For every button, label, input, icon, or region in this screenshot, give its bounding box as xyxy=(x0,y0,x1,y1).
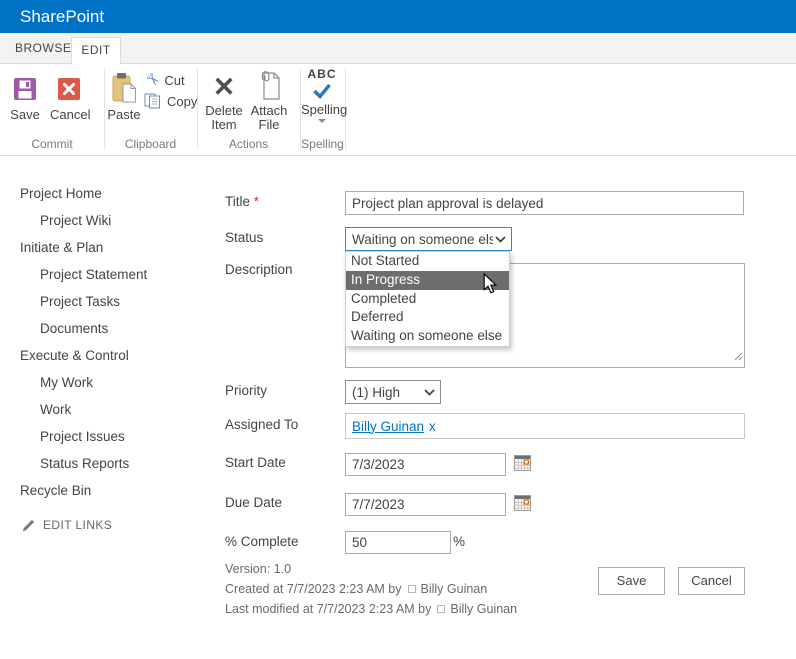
sidebar-item-project-statement[interactable]: Project Statement xyxy=(0,261,215,288)
status-option-waiting[interactable]: Waiting on someone else xyxy=(346,327,509,346)
group-label-commit: Commit xyxy=(0,137,104,151)
chevron-down-icon xyxy=(422,389,440,396)
due-date-input[interactable] xyxy=(345,493,506,516)
sidebar-item-execute-control[interactable]: Execute & Control xyxy=(0,342,215,369)
percent-complete-input[interactable] xyxy=(345,531,451,554)
copy-icon xyxy=(144,93,162,109)
group-label-actions: Actions xyxy=(197,137,300,151)
save-button[interactable]: Save xyxy=(6,71,44,121)
modified-text: Last modified at 7/7/2023 2:23 AM byBill… xyxy=(225,602,517,617)
ribbon-tab-strip: BROWSE EDIT xyxy=(0,33,796,64)
resize-handle-icon[interactable] xyxy=(734,348,743,366)
sidebar-item-project-home[interactable]: Project Home xyxy=(0,180,215,207)
attach-file-button[interactable]: Attach File xyxy=(249,67,289,131)
status-select[interactable]: Waiting on someone else xyxy=(345,227,512,251)
paste-icon xyxy=(106,69,142,107)
cancel-icon xyxy=(50,71,88,107)
cancel-button[interactable]: Cancel xyxy=(50,71,88,121)
status-option-not-started[interactable]: Not Started xyxy=(346,252,509,271)
group-label-clipboard: Clipboard xyxy=(104,137,197,151)
form-cancel-button[interactable]: Cancel xyxy=(678,567,745,595)
status-label: Status xyxy=(225,230,340,246)
assigned-to-field[interactable]: Billy Guinan x xyxy=(345,413,745,439)
sidebar-nav: Project Home Project Wiki Initiate & Pla… xyxy=(0,180,215,504)
sidebar-item-project-issues[interactable]: Project Issues xyxy=(0,423,215,450)
ribbon: Save Cancel Commit Paste ✂ Cut xyxy=(0,64,796,156)
copy-button[interactable]: Copy xyxy=(144,93,197,109)
presence-indicator-icon xyxy=(437,605,445,613)
page: SharePoint BROWSE EDIT Save Cancel Commi… xyxy=(0,0,796,659)
tab-edit[interactable]: EDIT xyxy=(71,37,121,64)
required-asterisk: * xyxy=(254,194,259,209)
version-text: Version: 1.0 xyxy=(225,562,291,577)
delete-item-button[interactable]: ✕ Delete Item xyxy=(204,71,244,131)
paste-button[interactable]: Paste xyxy=(106,69,142,121)
app-title: SharePoint xyxy=(20,0,104,33)
priority-label: Priority xyxy=(225,383,340,399)
form-save-button[interactable]: Save xyxy=(598,567,665,595)
cut-button[interactable]: ✂ Cut xyxy=(146,70,185,90)
edit-links-button[interactable]: EDIT LINKS xyxy=(22,518,112,532)
spelling-abc-icon: ABC xyxy=(301,68,343,80)
group-label-spelling: Spelling xyxy=(300,137,345,151)
assigned-to-label: Assigned To xyxy=(225,417,340,433)
sidebar-item-project-wiki[interactable]: Project Wiki xyxy=(0,207,215,234)
sidebar-item-my-work[interactable]: My Work xyxy=(0,369,215,396)
title-label: Title * xyxy=(225,194,340,210)
remove-person-button[interactable]: x xyxy=(429,419,436,434)
presence-indicator-icon xyxy=(408,585,416,593)
status-option-completed[interactable]: Completed xyxy=(346,290,509,309)
percent-suffix: % xyxy=(453,534,465,549)
tab-browse[interactable]: BROWSE xyxy=(15,33,71,63)
sidebar-item-work[interactable]: Work xyxy=(0,396,215,423)
sidebar-item-status-reports[interactable]: Status Reports xyxy=(0,450,215,477)
save-icon xyxy=(6,71,44,107)
sidebar-item-documents[interactable]: Documents xyxy=(0,315,215,342)
start-date-calendar-icon[interactable] xyxy=(514,455,531,476)
suite-bar: SharePoint xyxy=(0,0,796,33)
cut-icon: ✂ xyxy=(141,68,165,92)
modified-by-name: Billy Guinan xyxy=(450,602,517,616)
start-date-label: Start Date xyxy=(225,455,340,471)
status-option-in-progress[interactable]: In Progress xyxy=(346,271,509,290)
created-by-name: Billy Guinan xyxy=(421,582,488,596)
status-dropdown-list: Not Started In Progress Completed Deferr… xyxy=(345,251,510,347)
start-date-input[interactable] xyxy=(345,453,506,476)
created-text: Created at 7/7/2023 2:23 AM byBilly Guin… xyxy=(225,582,487,597)
pencil-icon xyxy=(22,519,35,532)
description-label: Description xyxy=(225,262,340,278)
due-date-label: Due Date xyxy=(225,495,340,511)
percent-complete-label: % Complete xyxy=(225,534,340,550)
due-date-calendar-icon[interactable] xyxy=(514,495,531,516)
status-option-deferred[interactable]: Deferred xyxy=(346,308,509,327)
spelling-check-icon xyxy=(301,80,343,102)
title-input[interactable] xyxy=(345,191,744,215)
delete-icon: ✕ xyxy=(204,71,244,103)
sidebar-item-initiate-plan[interactable]: Initiate & Plan xyxy=(0,234,215,261)
sidebar-item-recycle-bin[interactable]: Recycle Bin xyxy=(0,477,215,504)
spelling-dropdown-caret-icon xyxy=(318,119,326,123)
priority-select[interactable]: (1) High xyxy=(345,380,441,404)
spelling-button[interactable]: ABC Spelling xyxy=(301,68,343,123)
attach-file-icon xyxy=(249,67,289,103)
sidebar-item-project-tasks[interactable]: Project Tasks xyxy=(0,288,215,315)
assigned-person-link[interactable]: Billy Guinan xyxy=(352,419,424,434)
chevron-down-icon xyxy=(493,236,511,243)
